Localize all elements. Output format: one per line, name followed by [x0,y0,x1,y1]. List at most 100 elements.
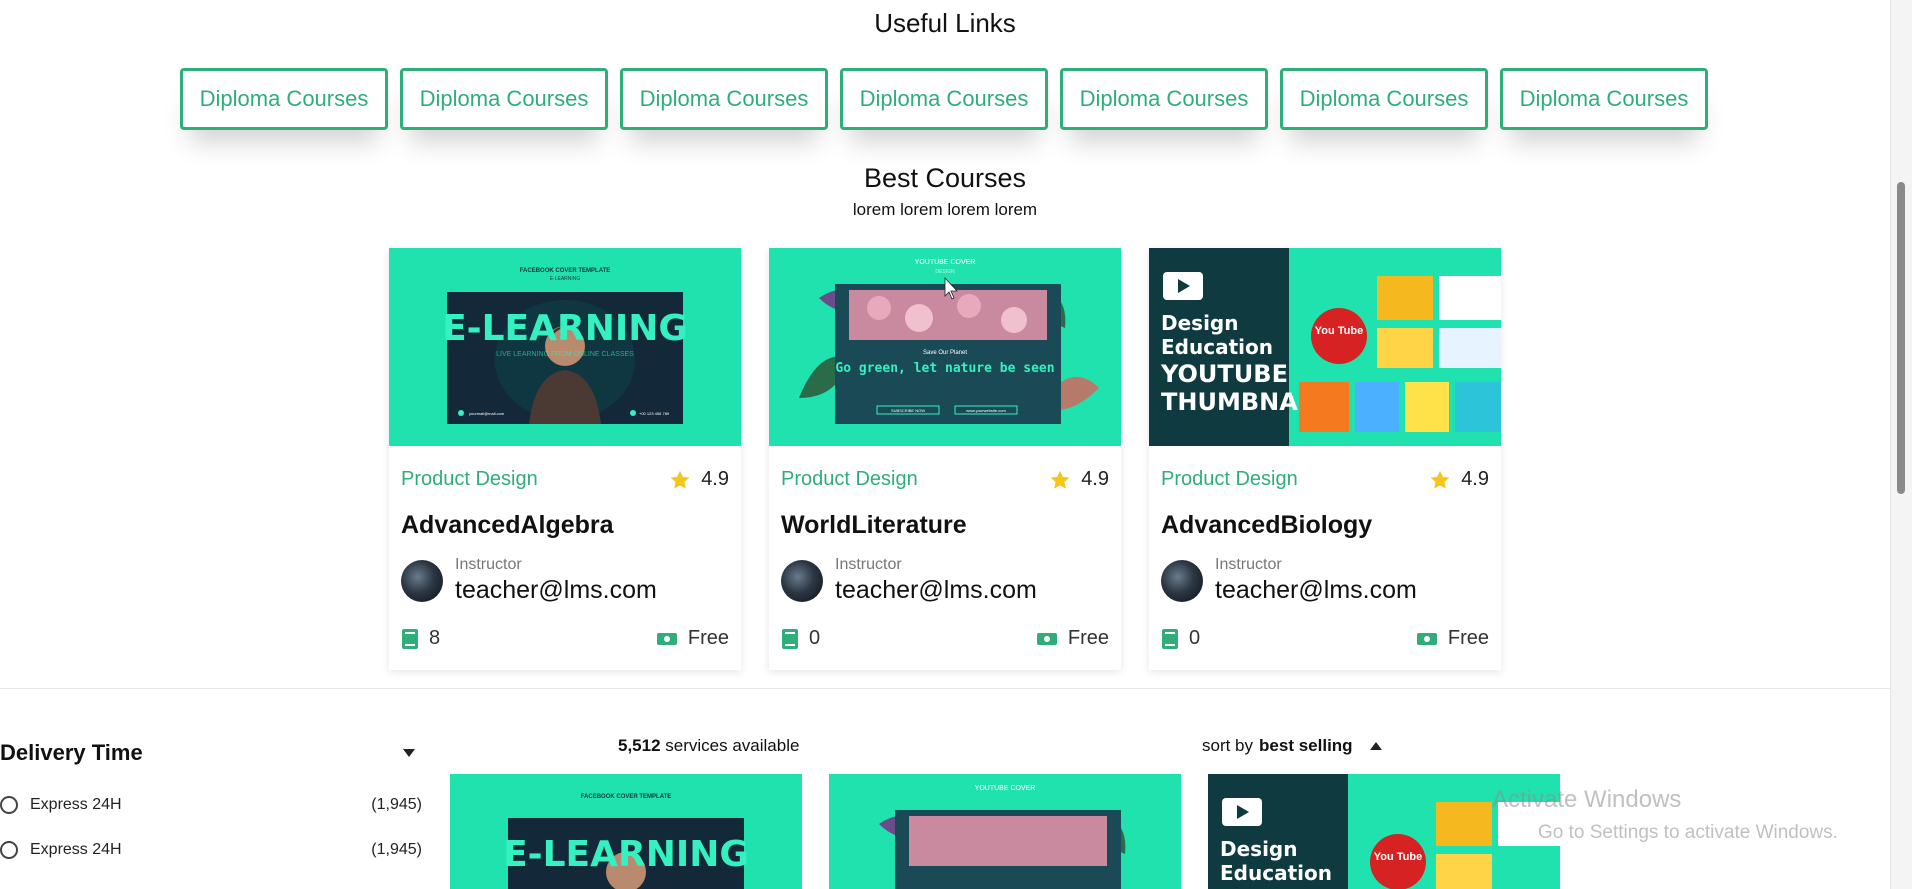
thumb-pill: SUBSCRIBE NOW [891,408,925,413]
money-icon [656,632,677,645]
design-education-thumbnail: Design Education YOUTUBE THUMBNAIL You T… [1149,248,1501,446]
nature-thumbnail: YOUTUBE COVER DESIGN Save Our Planet Go … [769,248,1121,446]
rating-value: 4.9 [1081,468,1109,490]
thumb-line: Education [1220,861,1332,885]
page-scrollbar[interactable] [1890,0,1912,889]
price-label: Free [1447,627,1489,649]
course-thumbnail: FACEBOOK COVER TEMPLATE E-LEARNING E-LEA… [389,248,741,446]
money-icon [1416,632,1437,645]
thumb-headline: E-LEARNING [503,834,749,875]
windows-activation-watermark: Activate Windows [1492,786,1682,813]
thumb-phone: +00 123 456 789 [639,411,670,416]
e-learning-thumbnail: FACEBOOK COVER TEMPLATE E-LEARNING E-LEA… [389,248,741,446]
course-thumbnail: YOUTUBE COVER DESIGN Save Our Planet Go … [769,248,1121,446]
diploma-courses-link[interactable]: Diploma Courses [1500,68,1708,130]
sort-prefix: sort by [1202,736,1254,755]
sort-value: best selling [1259,736,1353,755]
course-card[interactable]: Design Education YOUTUBE THUMBNAIL You T… [1149,248,1501,670]
service-cards: FACEBOOK COVER TEMPLATE E-LEARNING YOUTU… [450,774,1560,889]
price-label: Free [1067,627,1109,649]
avatar [401,559,443,602]
filter-option-label: Express 24H [30,841,122,858]
course-cards: FACEBOOK COVER TEMPLATE E-LEARNING E-LEA… [389,248,1501,670]
diploma-courses-link[interactable]: Diploma Courses [620,68,828,130]
thumb-header: YOUTUBE COVER [975,785,1036,792]
best-courses-subtitle: lorem lorem lorem lorem [852,200,1038,219]
course-title[interactable]: AdvancedBiology [1161,511,1489,540]
radio-button[interactable] [0,841,18,859]
service-card[interactable]: FACEBOOK COVER TEMPLATE E-LEARNING [450,774,802,889]
windows-activation-hint: Go to Settings to activate Windows. [1538,822,1838,843]
star-icon [1430,470,1450,489]
course-thumbnail: Design Education YOUTUBE THUMBNAIL You T… [1149,248,1501,446]
best-courses-title: Best Courses [863,163,1027,193]
filter-option-label: Express 24H [30,796,122,813]
instructor-label: Instructor [455,556,522,573]
course-category[interactable]: Product Design [401,468,538,491]
thumb-header: FACEBOOK COVER TEMPLATE [520,268,611,274]
diploma-courses-link[interactable]: Diploma Courses [1280,68,1488,130]
thumb-line: Education [1161,335,1273,359]
book-icon [1162,628,1178,649]
course-card[interactable]: FACEBOOK COVER TEMPLATE E-LEARNING E-LEA… [389,248,741,670]
course-title[interactable]: WorldLiterature [781,511,1109,540]
diploma-courses-link[interactable]: Diploma Courses [1060,68,1268,130]
useful-links-row: Diploma Courses Diploma Courses Diploma … [180,68,1708,130]
nature-thumbnail: YOUTUBE COVER [829,774,1181,889]
avatar [1161,559,1203,602]
thumb-header: YOUTUBE COVER [915,259,976,266]
course-category[interactable]: Product Design [1161,468,1298,491]
caret-down-icon[interactable] [402,748,416,758]
radio-button[interactable] [0,796,18,814]
thumb-sub: DESIGN [935,269,955,275]
e-learning-thumbnail: FACEBOOK COVER TEMPLATE E-LEARNING [450,774,802,889]
filter-title[interactable]: Delivery Time [0,740,143,766]
thumb-email: yourmail@mail.com [469,411,505,416]
lesson-count: 0 [809,627,821,649]
filter-option[interactable]: Express 24H (1,945) [0,841,422,859]
filter-option[interactable]: Express 24H (1,945) [0,796,422,814]
book-icon [402,628,418,649]
service-card[interactable]: YOUTUBE COVER [829,774,1181,889]
thumb-line: THUMBNAIL [1161,388,1322,416]
instructor-label: Instructor [1215,556,1282,573]
instructor-label: Instructor [835,556,902,573]
thumb-headline: Go green, let nature be seen [835,361,1054,376]
thumb-badge: You Tube [1315,325,1363,337]
sort-control[interactable]: sort by best selling [1202,736,1383,756]
course-rating: 4.9 [1049,468,1109,491]
thumb-pill: www.yourwebsite.com [966,408,1006,413]
course-rating: 4.9 [669,468,729,491]
price-label: Free [687,627,729,649]
book-icon [782,628,798,649]
instructor-email: teacher@lms.com [455,576,657,604]
useful-links-title: Useful Links [874,8,1016,38]
thumb-tagline: LIVE LEARNING FROM ONLINE CLASSES [496,351,634,358]
services-number: 5,512 [618,736,661,755]
course-card[interactable]: YOUTUBE COVER DESIGN Save Our Planet Go … [769,248,1121,670]
diploma-courses-link[interactable]: Diploma Courses [180,68,388,130]
filter-option-count: (1,945) [371,796,422,813]
thumb-badge: You Tube [1374,851,1422,863]
scrollbar-thumb[interactable] [1897,182,1905,494]
section-divider [0,688,1890,689]
services-count: 5,512 services available [618,736,799,756]
course-category[interactable]: Product Design [781,468,918,491]
course-rating: 4.9 [1429,468,1489,491]
diploma-courses-link[interactable]: Diploma Courses [400,68,608,130]
course-title[interactable]: AdvancedAlgebra [401,511,729,540]
caret-up-icon[interactable] [1369,741,1383,751]
avatar [781,559,823,602]
lesson-count: 0 [1189,627,1201,649]
thumb-line: YOUTUBE [1160,360,1288,388]
instructor-email: teacher@lms.com [1215,576,1417,604]
money-icon [1036,632,1057,645]
diploma-courses-link[interactable]: Diploma Courses [840,68,1048,130]
instructor-email: teacher@lms.com [835,576,1037,604]
star-icon [1050,470,1070,489]
thumb-line: Design [1161,311,1238,335]
services-suffix: services available [660,736,800,755]
thumb-line: Design [1220,837,1297,861]
filter-option-count: (1,945) [371,841,422,858]
thumb-headline: E-LEARNING [442,308,688,349]
